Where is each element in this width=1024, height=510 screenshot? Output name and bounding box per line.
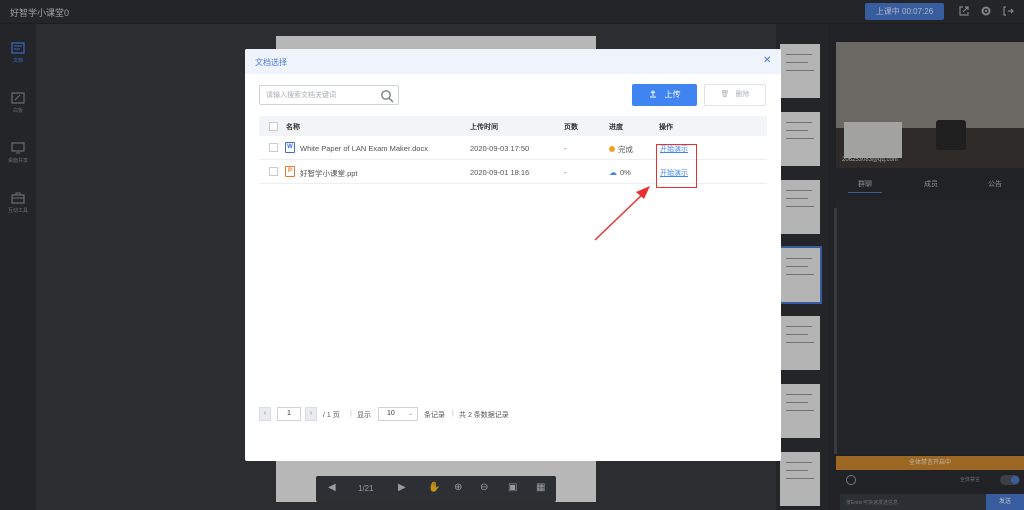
separator: | bbox=[350, 410, 352, 417]
delete-button[interactable]: 🗑 删除 bbox=[704, 84, 766, 106]
upload-time: 2020-09-03 17:50 bbox=[470, 144, 530, 153]
column-header-time: 上传时间 bbox=[470, 124, 498, 131]
upload-label: 上传 bbox=[664, 90, 681, 99]
column-header-name: 名称 bbox=[286, 124, 300, 131]
file-name: White Paper of LAN Exam Maker.docx bbox=[300, 144, 428, 153]
done-status-icon bbox=[609, 146, 615, 152]
annotation-highlight-box bbox=[656, 144, 697, 188]
progress-cell: 完成 bbox=[609, 144, 633, 155]
page-count: - bbox=[564, 144, 567, 153]
show-label: 显示 bbox=[357, 412, 371, 419]
document-select-dialog: 文档选择 ✕ 上传 🗑 删除 名称 上传时间 页数 进度 操作 W White P… bbox=[245, 49, 781, 461]
page-size-value: 10 bbox=[387, 410, 395, 417]
delete-label: 删除 bbox=[735, 91, 750, 98]
dialog-title: 文档选择 bbox=[255, 58, 287, 67]
progress-cell: ☁ 0% bbox=[609, 168, 631, 177]
total-records-text: 共 2 条数据记录 bbox=[459, 412, 509, 419]
progress-text: 0% bbox=[620, 168, 631, 177]
upload-time: 2020-09-01 18:16 bbox=[470, 168, 530, 177]
column-header-action: 操作 bbox=[659, 124, 673, 131]
search-box bbox=[259, 85, 399, 105]
column-header-progress: 进度 bbox=[609, 124, 623, 131]
records-label: 条记录 bbox=[424, 412, 445, 419]
chevron-down-icon: ⌄ bbox=[407, 411, 413, 417]
word-file-icon: W bbox=[285, 142, 295, 153]
close-icon[interactable]: ✕ bbox=[763, 55, 771, 66]
table-header: 名称 上传时间 页数 进度 操作 bbox=[259, 116, 767, 136]
next-page-button[interactable]: › bbox=[305, 407, 317, 421]
dialog-header: 文档选择 ✕ bbox=[245, 49, 781, 74]
column-header-pages: 页数 bbox=[564, 124, 578, 131]
row-checkbox[interactable] bbox=[269, 143, 278, 152]
progress-text: 完成 bbox=[618, 145, 633, 154]
page-number-input[interactable]: 1 bbox=[277, 407, 301, 421]
ppt-file-icon: P bbox=[285, 166, 295, 177]
row-checkbox[interactable] bbox=[269, 167, 278, 176]
upload-icon bbox=[649, 90, 656, 98]
page-count: - bbox=[564, 168, 567, 177]
file-name: 好智学小课堂.ppt bbox=[300, 169, 358, 178]
cloud-upload-icon: ☁ bbox=[609, 168, 617, 177]
search-icon[interactable] bbox=[380, 89, 394, 103]
search-input[interactable] bbox=[266, 89, 374, 102]
separator: | bbox=[452, 410, 454, 417]
select-all-checkbox[interactable] bbox=[269, 122, 278, 131]
total-pages-text: / 1 页 bbox=[323, 412, 340, 419]
pagination: ‹ 1 › / 1 页 | 显示 10 ⌄ 条记录 | 共 2 条数据记录 bbox=[259, 407, 659, 423]
upload-button[interactable]: 上传 bbox=[632, 84, 697, 106]
page-size-select[interactable]: 10 ⌄ bbox=[378, 407, 418, 421]
trash-icon: 🗑 bbox=[720, 91, 730, 98]
prev-page-button[interactable]: ‹ bbox=[259, 407, 271, 421]
